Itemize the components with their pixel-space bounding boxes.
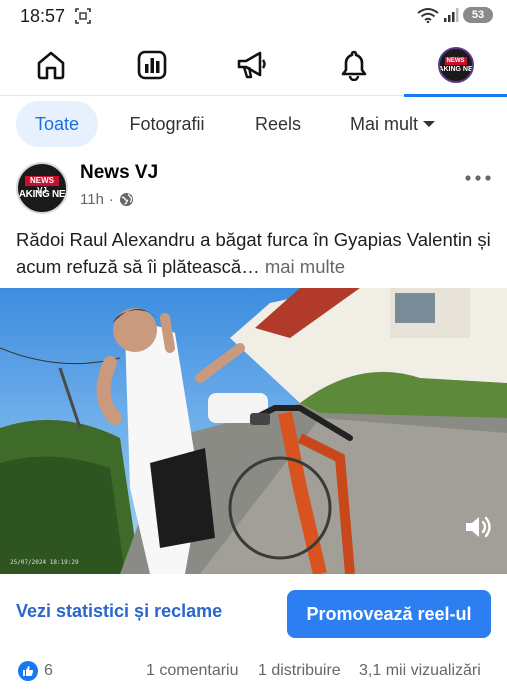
- like-reaction-icon: [18, 661, 38, 681]
- more-horizontal-icon: [465, 175, 491, 181]
- video-frame: [0, 288, 507, 574]
- post-actions: Vezi statistici și reclame Promovează re…: [0, 584, 507, 644]
- video-timestamp: 25/07/2024 18:19:29: [10, 559, 79, 566]
- nav-home[interactable]: [0, 34, 101, 96]
- nav-profile[interactable]: NEWS AKING NE: [404, 34, 507, 97]
- tab-fotografii[interactable]: Fotografii: [112, 101, 222, 147]
- stats-link[interactable]: Vezi statistici și reclame: [16, 601, 222, 622]
- post-caption: Rădoi Raul Alexandru a băgat furca în Gy…: [16, 229, 491, 277]
- comments-count[interactable]: 1 comentariu: [146, 662, 239, 680]
- engagement-counts: 6 1 comentariu 1 distribuire 3,1 mii viz…: [0, 658, 507, 688]
- status-bar: 18:57 53: [0, 0, 507, 34]
- views-count[interactable]: 3,1 mii vizualizări: [359, 662, 481, 680]
- profile-avatar: NEWS AKING NE: [437, 47, 474, 83]
- bell-icon: [341, 50, 366, 81]
- status-indicators: 53: [417, 7, 493, 23]
- dashboard-icon: [137, 50, 166, 80]
- page-logo-top: NEWS VJ: [25, 176, 59, 195]
- tab-reels[interactable]: Reels: [240, 101, 316, 147]
- meta-separator: ·: [108, 191, 114, 208]
- wifi-icon: [417, 8, 439, 23]
- nav-ads[interactable]: [202, 34, 303, 96]
- avatar-logo-bottom: AKING NE: [438, 65, 473, 73]
- see-more-link[interactable]: mai multe: [265, 256, 345, 277]
- page-name[interactable]: News VJ: [80, 162, 158, 184]
- avatar-logo-top: NEWS: [444, 56, 467, 65]
- globe-icon: [119, 192, 133, 207]
- signal-icon: [444, 8, 459, 22]
- post-time[interactable]: 11h: [80, 191, 104, 208]
- battery-indicator: 53: [463, 7, 493, 23]
- tab-toate[interactable]: Toate: [16, 101, 98, 147]
- post-options-button[interactable]: [465, 162, 491, 188]
- post-meta: 11h ·: [80, 191, 134, 208]
- tab-mai-mult-label: Mai mult: [349, 113, 418, 134]
- post-header: NEWS VJ AKING NE News VJ 11h ·: [0, 158, 507, 220]
- status-time: 18:57: [20, 6, 66, 26]
- page-avatar[interactable]: NEWS VJ AKING NE: [16, 162, 68, 214]
- nav-notifications[interactable]: [303, 34, 404, 96]
- caret-down-icon: [423, 121, 435, 127]
- volume-icon[interactable]: [461, 510, 495, 544]
- tab-mai-mult[interactable]: Mai mult: [334, 101, 452, 147]
- page-logo-bottom: AKING NE: [18, 189, 66, 200]
- filter-tabs: Toate Fotografii Reels Mai mult: [0, 100, 507, 150]
- post-video[interactable]: 25/07/2024 18:19:29: [0, 288, 507, 574]
- thumbs-up-icon: [23, 666, 34, 676]
- megaphone-icon: [237, 51, 266, 79]
- top-navigation: NEWS AKING NE: [0, 34, 507, 97]
- like-count[interactable]: 6: [44, 662, 53, 680]
- nav-dashboard[interactable]: [101, 34, 202, 96]
- shares-count[interactable]: 1 distribuire: [258, 662, 341, 680]
- promote-button[interactable]: Promovează reel-ul: [287, 590, 491, 638]
- post-text: Rădoi Raul Alexandru a băgat furca în Gy…: [16, 226, 496, 280]
- screenshot-icon: [75, 8, 91, 24]
- home-icon: [37, 51, 64, 80]
